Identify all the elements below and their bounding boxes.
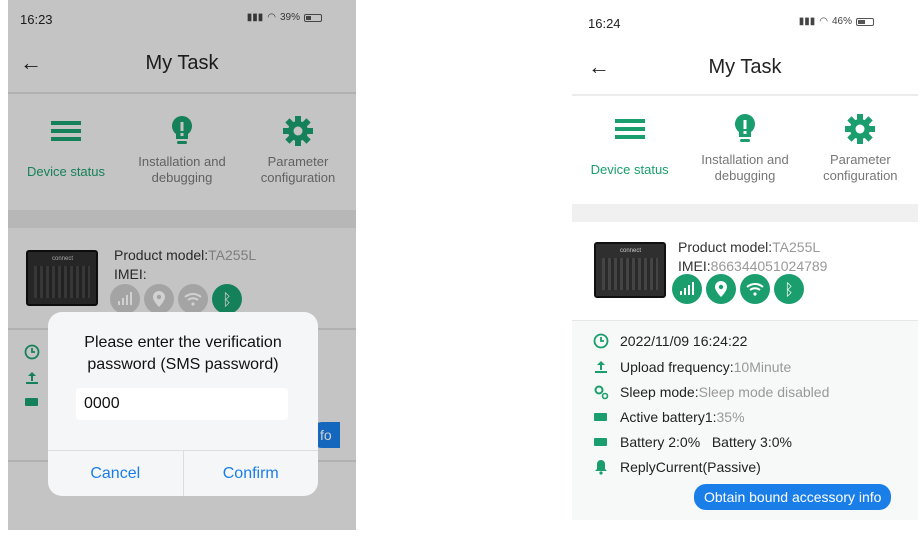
sleep-mode-row: Sleep mode:Sleep mode disabled bbox=[592, 384, 829, 400]
wifi-icon: ◠ bbox=[819, 16, 828, 27]
battery1-row: Active battery1:35% bbox=[592, 409, 745, 425]
battery-percent: 46% bbox=[831, 16, 852, 27]
battery-icon bbox=[594, 413, 607, 421]
battery-icon bbox=[856, 17, 874, 26]
battery-icon bbox=[594, 438, 607, 446]
battery23-row: Battery 2:0% Battery 3:0% bbox=[592, 434, 792, 450]
settings-icon bbox=[594, 385, 609, 400]
bluetooth-status-icon: ᛒ bbox=[774, 274, 804, 304]
dialog-message: Please enter the verification password (… bbox=[84, 334, 282, 373]
device-card: connect Product model:TA255L IMEI:866344… bbox=[572, 222, 918, 320]
status-bar: 16:24 ▮▮▮ ◠ 46% bbox=[572, 0, 918, 38]
page-title: My Task bbox=[708, 56, 782, 78]
bulb-icon bbox=[734, 114, 755, 142]
datetime-row: 2022/11/09 16:24:22 bbox=[592, 333, 747, 349]
status-icons: ▮▮▮ ◠ 46% bbox=[799, 16, 874, 27]
tab-bar: Device status Installation and debugging… bbox=[572, 106, 918, 216]
cancel-button[interactable]: Cancel bbox=[48, 451, 184, 496]
tab-device-status[interactable]: Device status bbox=[572, 106, 687, 216]
menu-icon bbox=[614, 119, 645, 139]
password-input[interactable] bbox=[76, 388, 288, 420]
imei: IMEI:866344051024789 bbox=[678, 258, 828, 274]
obtain-accessory-button[interactable]: Obtain bound accessory info bbox=[694, 484, 892, 510]
tab-label: Parameter configuration bbox=[823, 152, 898, 183]
product-model: Product model:TA255L bbox=[678, 239, 821, 255]
wifi-status-icon bbox=[740, 274, 770, 304]
password-dialog: Please enter the verification password (… bbox=[48, 312, 318, 496]
signal-status-icon bbox=[672, 274, 702, 304]
right-phone-screen: 16:24 ▮▮▮ ◠ 46% ← My Task Device status … bbox=[572, 0, 918, 530]
bell-icon bbox=[595, 460, 607, 475]
device-image: connect bbox=[594, 242, 666, 298]
signal-icon: ▮▮▮ bbox=[798, 16, 816, 27]
app-bar: ← My Task bbox=[572, 40, 918, 98]
upload-frequency-row: Upload frequency:10Minute bbox=[592, 359, 791, 375]
gear-icon bbox=[845, 114, 876, 144]
device-details: 2022/11/09 16:24:22 Upload frequency:10M… bbox=[572, 320, 918, 520]
tab-label: Installation and debugging bbox=[701, 152, 789, 183]
tab-installation[interactable]: Installation and debugging bbox=[687, 106, 802, 216]
tab-label: Device status bbox=[590, 162, 669, 177]
confirm-button[interactable]: Confirm bbox=[184, 451, 319, 496]
reply-row: ReplyCurrent(Passive) bbox=[592, 459, 761, 475]
location-status-icon bbox=[706, 274, 736, 304]
tab-parameter[interactable]: Parameter configuration bbox=[803, 106, 918, 216]
upload-icon bbox=[595, 361, 607, 373]
status-time: 16:24 bbox=[588, 16, 621, 31]
clock-icon bbox=[593, 333, 609, 349]
left-phone-screen: 16:23 ▮▮▮ ◠ 39% ← My Task Device status … bbox=[8, 0, 356, 530]
